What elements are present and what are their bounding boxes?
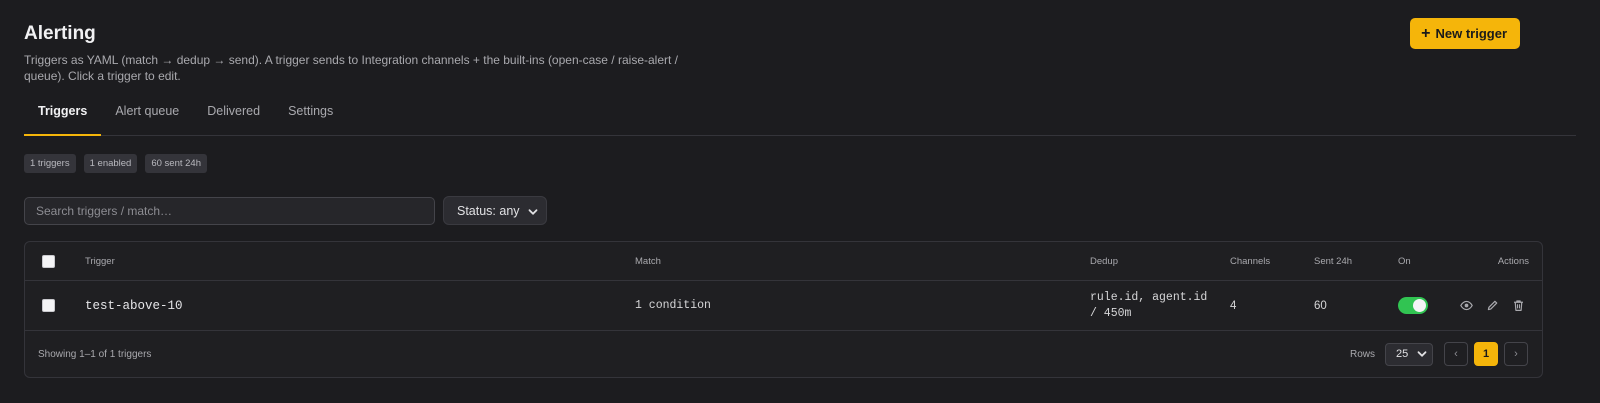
stats-badges: 1 triggers 1 enabled 60 sent 24h: [24, 154, 1576, 173]
new-trigger-label: New trigger: [1435, 26, 1507, 41]
rows-per-page-select[interactable]: 25: [1385, 342, 1433, 366]
col-actions: Actions: [1497, 255, 1529, 267]
page-description: Triggers as YAML (match → dedup → send).…: [24, 53, 678, 83]
new-trigger-button[interactable]: + New trigger: [1410, 18, 1520, 49]
row-checkbox[interactable]: [42, 299, 55, 312]
page-header: Alerting Triggers as YAML (match → dedup…: [24, 0, 1576, 84]
eye-icon[interactable]: [1458, 298, 1474, 314]
page-title: Alerting: [24, 23, 96, 44]
chevron-down-icon: [1417, 349, 1427, 359]
col-trigger[interactable]: Trigger: [85, 242, 115, 280]
trigger-sent-24h: 60: [1314, 299, 1327, 312]
trigger-channels: 4: [1230, 299, 1237, 312]
toggle-knob: [1413, 299, 1426, 312]
status-select[interactable]: Status: any: [443, 196, 547, 225]
trash-icon[interactable]: [1510, 298, 1526, 314]
enabled-toggle[interactable]: [1398, 297, 1428, 314]
tab-triggers[interactable]: Triggers: [24, 104, 102, 136]
col-dedup[interactable]: Dedup: [1090, 242, 1118, 280]
tab-delivered[interactable]: Delivered: [193, 104, 274, 136]
triggers-table: Trigger Match Dedup Channels Sent 24h On…: [24, 241, 1543, 378]
enabled-count-badge: 1 enabled: [83, 154, 138, 173]
showing-count: Showing 1–1 of 1 triggers: [38, 348, 152, 360]
tab-bar: Triggers Alert queue Delivered Settings: [24, 104, 1576, 136]
sent-24h-badge: 60 sent 24h: [145, 154, 207, 173]
search-input[interactable]: [24, 196, 435, 225]
rows-label: Rows: [1349, 348, 1375, 360]
col-on: On: [1398, 255, 1411, 267]
col-match[interactable]: Match: [635, 242, 661, 280]
pencil-icon[interactable]: [1484, 298, 1500, 314]
select-all-checkbox[interactable]: [42, 254, 55, 268]
table-footer: Showing 1–1 of 1 triggers Rows 25 ‹ 1 ›: [25, 331, 1542, 377]
alerting-page: Alerting Triggers as YAML (match → dedup…: [0, 0, 1600, 403]
filter-bar: Status: any: [24, 196, 1576, 225]
trigger-dedup: rule.id, agent.id / 450m: [1090, 290, 1208, 320]
next-page-button[interactable]: ›: [1504, 342, 1528, 366]
tab-alert-queue[interactable]: Alert queue: [101, 104, 193, 136]
status-select-value: Status: any: [457, 203, 520, 218]
plus-icon: +: [1421, 24, 1431, 42]
rows-per-page-value: 25: [1396, 348, 1409, 360]
col-channels[interactable]: Channels: [1230, 242, 1270, 280]
trigger-match: 1 condition: [635, 299, 711, 312]
pagination: Rows 25 ‹ 1 ›: [1350, 331, 1528, 377]
table-header-row: Trigger Match Dedup Channels Sent 24h On…: [25, 242, 1542, 281]
col-sent-24h[interactable]: Sent 24h: [1314, 242, 1352, 280]
triggers-count-badge: 1 triggers: [24, 154, 76, 173]
table-row[interactable]: test-above-10 1 condition rule.id, agent…: [25, 281, 1542, 331]
trigger-name[interactable]: test-above-10: [85, 281, 183, 330]
page-1-button[interactable]: 1: [1474, 342, 1498, 366]
prev-page-button[interactable]: ‹: [1444, 342, 1468, 366]
tab-settings[interactable]: Settings: [274, 104, 347, 136]
chevron-down-icon: [528, 206, 538, 216]
